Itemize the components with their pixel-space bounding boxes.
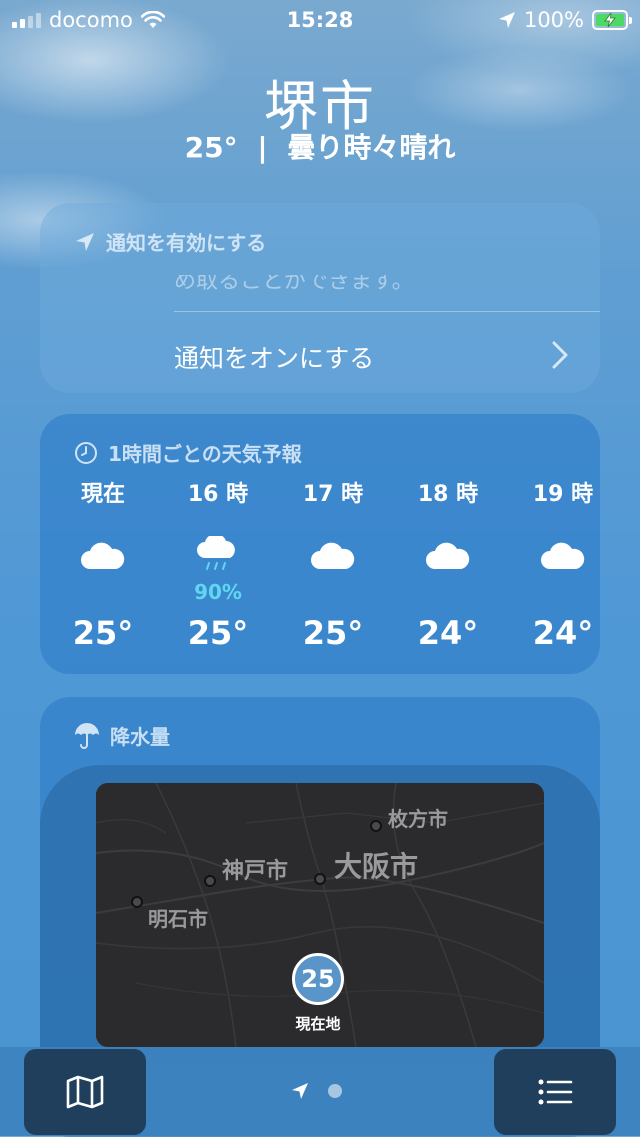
hour-item: 19 時 24° — [508, 480, 600, 652]
precip-chance — [508, 580, 600, 602]
precip-chance: 90% — [194, 580, 242, 604]
notification-faded-text: め取ることができます。 — [174, 269, 414, 294]
city-label: 枚方市 — [388, 807, 448, 831]
city-list-button[interactable] — [494, 1049, 616, 1135]
map-button[interactable] — [24, 1049, 146, 1135]
cloud-icon — [278, 526, 388, 586]
city-label: 大阪市 — [334, 850, 419, 883]
status-bar: docomo 15:28 100% — [0, 0, 640, 40]
current-condition: 曇り時々晴れ — [287, 131, 456, 164]
summary-separator: | — [257, 131, 268, 164]
precip-chance — [393, 580, 503, 602]
page-indicator[interactable] — [290, 1081, 342, 1101]
hourly-list[interactable]: 現在 25° 16 時 90% 25° 17 時 25° 18 時 24° 19… — [40, 480, 600, 660]
notification-card-title: 通知を有効にする — [106, 231, 267, 255]
hour-item: 16 時 90% 25° — [163, 480, 273, 652]
hour-item: 18 時 24° — [393, 480, 503, 652]
battery-percent: 100% — [523, 8, 584, 32]
hour-label: 17 時 — [302, 482, 364, 507]
city-marker — [370, 820, 382, 832]
current-location-marker[interactable]: 25 — [292, 953, 344, 1005]
cloud-icon — [393, 526, 503, 586]
hour-item: 現在 25° — [48, 480, 158, 652]
hour-label: 現在 — [80, 482, 125, 507]
precip-card-header: 降水量 — [74, 721, 170, 750]
city-marker — [204, 875, 216, 887]
hour-temp: 24° — [417, 614, 479, 652]
bottom-toolbar — [0, 1047, 640, 1136]
location-arrow-icon — [292, 1083, 308, 1099]
map-icon — [66, 1075, 104, 1109]
divider — [174, 311, 600, 312]
precip-chance — [48, 580, 158, 602]
current-temperature: 25° — [184, 131, 238, 164]
notification-card: 通知を有効にする め取ることができます。 通知をオンにする — [40, 203, 600, 393]
hour-label: 19 時 — [532, 482, 594, 507]
clock-icon — [75, 441, 97, 464]
hourly-card-header: 1時間ごとの天気予報 — [74, 438, 302, 467]
hour-temp: 25° — [72, 614, 134, 652]
hour-temp: 24° — [532, 614, 594, 652]
hour-label: 16 時 — [187, 482, 249, 507]
hourly-card-title: 1時間ごとの天気予報 — [108, 442, 302, 466]
umbrella-icon — [75, 722, 99, 749]
cloud-rain-icon — [163, 526, 273, 586]
cloud-icon — [48, 526, 158, 586]
location-icon — [498, 12, 515, 28]
chevron-right-icon[interactable] — [552, 341, 568, 369]
notification-card-header: 通知を有効にする — [74, 227, 266, 256]
hour-temp: 25° — [187, 614, 249, 652]
status-bar-right: 100% — [498, 8, 632, 32]
hour-item: 17 時 25° — [278, 480, 388, 652]
current-location-label: 現在地 — [295, 1015, 341, 1033]
hour-temp: 25° — [302, 614, 364, 652]
city-label: 神戸市 — [222, 859, 289, 884]
precip-chance — [278, 580, 388, 602]
city-marker — [131, 896, 143, 908]
precip-card-title: 降水量 — [110, 725, 170, 749]
precipitation-map[interactable]: 枚方市 神戸市 大阪市 明石市 25 現在地 — [96, 783, 544, 1047]
location-arrow-icon — [76, 232, 94, 251]
hour-label: 18 時 — [417, 482, 479, 507]
cloud-icon — [508, 526, 600, 586]
city-label: 明石市 — [148, 907, 208, 931]
battery-charging-icon — [592, 10, 632, 30]
page-dot — [328, 1084, 342, 1098]
current-summary: 25° | 曇り時々晴れ — [0, 126, 640, 166]
enable-notifications-button[interactable]: 通知をオンにする — [174, 339, 374, 375]
city-marker — [314, 873, 326, 885]
list-icon — [538, 1079, 573, 1105]
hourly-forecast-card[interactable]: 1時間ごとの天気予報 現在 25° 16 時 90% 25° 17 時 25° … — [40, 414, 600, 674]
